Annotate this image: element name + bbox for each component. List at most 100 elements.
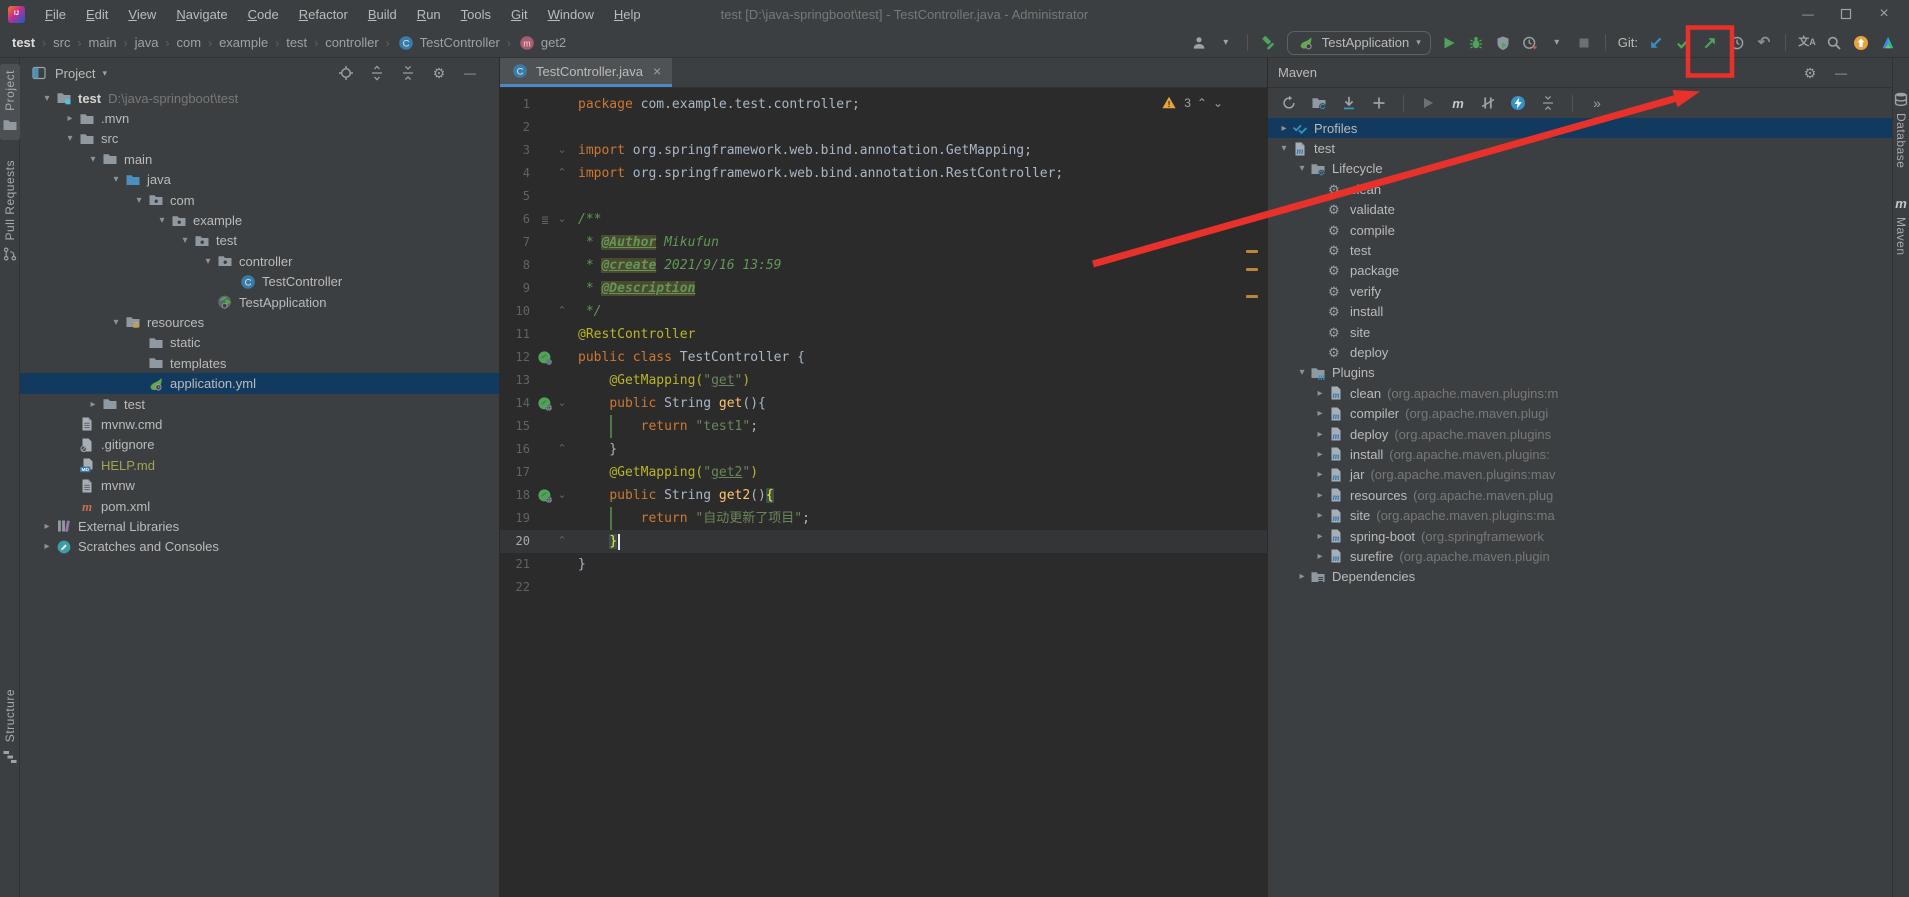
tree-chevron-icon[interactable]: ▸ xyxy=(1294,571,1310,582)
project-item-resources[interactable]: ▾ resources xyxy=(20,312,499,332)
select-opened-file-icon[interactable] xyxy=(337,64,355,82)
generate-sources-icon[interactable] xyxy=(1310,94,1328,112)
search-everywhere-icon[interactable] xyxy=(1825,34,1843,52)
tool-window-button-maven[interactable]: m Maven xyxy=(1891,188,1909,262)
menu-run[interactable]: Run xyxy=(407,7,451,22)
more-options-icon[interactable]: » xyxy=(1588,94,1606,112)
toggle-offline-mode-icon[interactable] xyxy=(1509,94,1527,112)
update-project-icon[interactable] xyxy=(1647,34,1665,52)
next-warning-icon[interactable]: ⌄ xyxy=(1213,96,1223,110)
tree-chevron-icon[interactable]: ▸ xyxy=(1312,531,1328,542)
tree-chevron-icon[interactable]: ▸ xyxy=(1312,388,1328,399)
maven-item-site[interactable]: ▸ m site (org.apache.maven.plugins:ma xyxy=(1268,505,1892,525)
maven-item-validate[interactable]: ⚙ validate xyxy=(1268,200,1892,220)
project-item-mvnw[interactable]: mvnw xyxy=(20,475,499,495)
user-dropdown-icon[interactable]: ▾ xyxy=(1217,34,1235,52)
run-with-coverage-icon[interactable] xyxy=(1494,34,1512,52)
user-avatar-icon[interactable] xyxy=(1190,34,1208,52)
project-item-templates[interactable]: templates xyxy=(20,353,499,373)
tree-chevron-icon[interactable]: ▾ xyxy=(107,317,125,328)
editor[interactable]: C TestController.java × 1 package com.exa… xyxy=(500,58,1267,897)
execute-maven-goal-icon[interactable]: m xyxy=(1449,94,1467,112)
minimize-icon[interactable]: — xyxy=(1791,2,1825,26)
project-item-controller[interactable]: ▾ controller xyxy=(20,251,499,271)
spring-bean-icon[interactable] xyxy=(536,350,554,366)
collapse-all-icon[interactable] xyxy=(399,64,417,82)
menu-refactor[interactable]: Refactor xyxy=(289,7,358,22)
tree-chevron-icon[interactable]: ▾ xyxy=(153,215,171,226)
tree-chevron-icon[interactable]: ▸ xyxy=(38,521,56,532)
stop-button-icon[interactable] xyxy=(1575,34,1593,52)
translate-icon[interactable]: 文A xyxy=(1798,34,1816,52)
settings-icon[interactable]: ⚙ xyxy=(1801,64,1819,82)
tree-chevron-icon[interactable]: ▸ xyxy=(1312,449,1328,460)
fold-marker-icon[interactable]: ⌄ xyxy=(554,139,570,162)
tab-testcontroller-java[interactable]: C TestController.java × xyxy=(500,58,673,87)
breadcrumb-test[interactable]: test xyxy=(12,35,35,50)
run-maven-build-icon[interactable] xyxy=(1419,94,1437,112)
rollback-icon[interactable]: ↶ xyxy=(1755,34,1773,52)
project-item-example[interactable]: ▾ example xyxy=(20,210,499,230)
download-sources-icon[interactable] xyxy=(1340,94,1358,112)
project-item-testapplication[interactable]: TestApplication xyxy=(20,292,499,312)
debug-button-icon[interactable] xyxy=(1467,34,1485,52)
warning-stripe-mark[interactable] xyxy=(1246,295,1258,298)
fold-marker-icon[interactable]: ⌃ xyxy=(554,162,570,185)
tree-chevron-icon[interactable]: ▾ xyxy=(107,174,125,185)
toggle-skip-tests-icon[interactable] xyxy=(1479,94,1497,112)
breadcrumb-test[interactable]: test xyxy=(286,35,307,50)
settings-icon[interactable]: ⚙ xyxy=(430,64,448,82)
fold-marker-icon[interactable]: ⌄ xyxy=(554,208,570,231)
tree-chevron-icon[interactable]: ▸ xyxy=(61,113,79,124)
tree-chevron-icon[interactable]: ▾ xyxy=(84,154,102,165)
commit-icon[interactable] xyxy=(1674,34,1692,52)
menu-help[interactable]: Help xyxy=(604,7,651,22)
maven-item-deploy[interactable]: ▸ m deploy (org.apache.maven.plugins xyxy=(1268,424,1892,444)
doc-list-icon[interactable]: ≣ xyxy=(536,212,554,228)
project-item-main[interactable]: ▾ main xyxy=(20,149,499,169)
menu-navigate[interactable]: Navigate xyxy=(166,7,237,22)
project-item--mvn[interactable]: ▸ .mvn xyxy=(20,108,499,128)
maven-item-profiles[interactable]: ▸ Profiles xyxy=(1268,118,1892,139)
breadcrumb-get2[interactable]: m get2 xyxy=(518,34,566,52)
tree-chevron-icon[interactable]: ▾ xyxy=(1294,367,1310,378)
profiler-dropdown-icon[interactable]: ▾ xyxy=(1548,34,1566,52)
tool-window-button-structure[interactable]: Structure xyxy=(0,683,20,771)
menu-file[interactable]: File xyxy=(35,7,76,22)
tree-chevron-icon[interactable]: ▾ xyxy=(199,256,217,267)
warning-stripe-mark[interactable] xyxy=(1246,268,1258,271)
maven-item-lifecycle[interactable]: ▾ ⚙ Lifecycle xyxy=(1268,159,1892,179)
maven-item-site[interactable]: ⚙ site xyxy=(1268,322,1892,342)
tree-chevron-icon[interactable]: ▸ xyxy=(1312,510,1328,521)
tree-chevron-icon[interactable]: ▸ xyxy=(84,399,102,410)
tree-chevron-icon[interactable]: ▸ xyxy=(38,541,56,552)
warning-stripe-mark[interactable] xyxy=(1246,250,1258,253)
project-item-mvnw-cmd[interactable]: mvnw.cmd xyxy=(20,414,499,434)
spring-mapping-icon[interactable] xyxy=(536,488,554,504)
close-icon[interactable]: × xyxy=(653,63,661,79)
breadcrumb-example[interactable]: example xyxy=(219,35,268,50)
tree-chevron-icon[interactable]: ▾ xyxy=(1294,163,1310,174)
maven-item-test[interactable]: ⚙ test xyxy=(1268,240,1892,260)
maven-item-dependencies[interactable]: ▸ Dependencies xyxy=(1268,567,1892,587)
run-button-icon[interactable] xyxy=(1440,34,1458,52)
fold-marker-icon[interactable]: ⌃ xyxy=(554,438,570,461)
tool-window-button-database[interactable]: Database xyxy=(1891,84,1909,174)
breadcrumb-testcontroller[interactable]: C TestController xyxy=(397,34,500,52)
maven-item-deploy[interactable]: ⚙ deploy xyxy=(1268,342,1892,362)
project-item-application-yml[interactable]: application.yml xyxy=(20,373,499,394)
fold-marker-icon[interactable]: ⌄ xyxy=(554,484,570,507)
chevron-down-icon[interactable]: ▾ xyxy=(102,68,107,79)
tool-window-button-project[interactable]: Project xyxy=(0,64,20,140)
breadcrumb-java[interactable]: java xyxy=(135,35,159,50)
menu-view[interactable]: View xyxy=(118,7,166,22)
push-icon[interactable] xyxy=(1701,34,1719,52)
fold-marker-icon[interactable]: ⌃ xyxy=(554,530,570,553)
project-item-help-md[interactable]: MD HELP.md xyxy=(20,455,499,475)
tree-chevron-icon[interactable]: ▾ xyxy=(1276,143,1292,154)
prev-warning-icon[interactable]: ⌃ xyxy=(1197,96,1207,110)
tree-chevron-icon[interactable]: ▾ xyxy=(38,93,56,104)
tool-window-button-pull-requests[interactable]: Pull Requests xyxy=(0,154,20,270)
hide-panel-icon[interactable]: — xyxy=(1832,64,1850,82)
profiler-icon[interactable] xyxy=(1521,34,1539,52)
